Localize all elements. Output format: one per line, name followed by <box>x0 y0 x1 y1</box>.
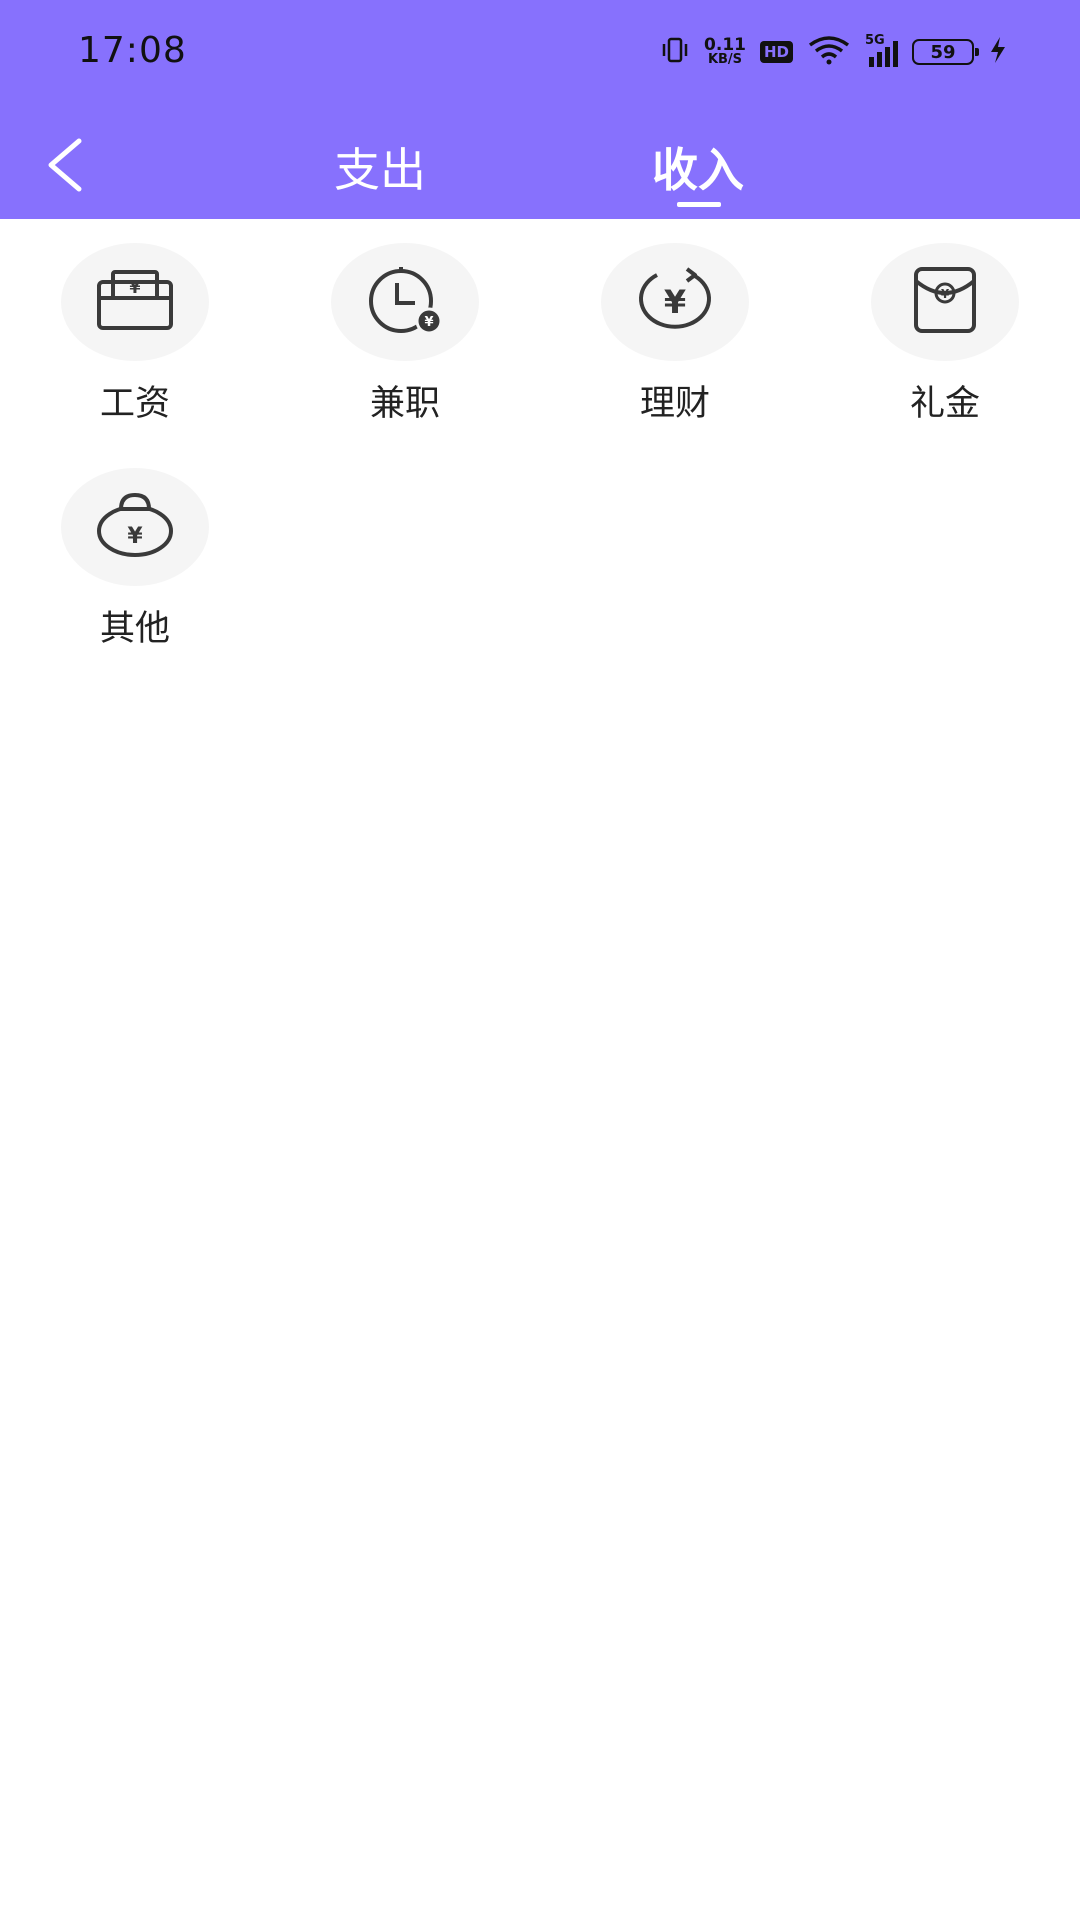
vibrate-icon <box>660 35 690 69</box>
money-bag-icon: ¥ <box>95 492 175 561</box>
yuan-refresh-icon: ¥ <box>635 265 715 339</box>
chevron-left-icon <box>43 137 87 197</box>
category-other[interactable]: ¥ 其他 <box>35 468 235 651</box>
category-part-time[interactable]: ¥ 兼职 <box>305 243 505 426</box>
status-time: 17:08 <box>78 30 187 71</box>
tab-income[interactable]: 收入 <box>618 134 778 200</box>
svg-text:¥: ¥ <box>424 315 433 330</box>
network-speed: 0.11 KB/S <box>704 37 746 67</box>
category-label: 兼职 <box>369 384 440 424</box>
category-icon-bg: ¥ <box>61 468 209 586</box>
header: 17:08 0.11 KB/S HD 5G 59 支出 收入 <box>0 0 1080 219</box>
category-label: 其他 <box>99 609 170 649</box>
category-label: 工资 <box>99 384 170 424</box>
category-label: 礼金 <box>909 384 980 424</box>
nav-bar: 支出 收入 <box>0 104 1080 219</box>
status-bar: 17:08 0.11 KB/S HD 5G 59 <box>0 0 1080 104</box>
category-icon-bg: ¥ <box>61 243 209 361</box>
svg-text:¥: ¥ <box>941 287 950 301</box>
net-speed-value: 0.11 <box>704 35 746 55</box>
status-icons: 0.11 KB/S HD 5G 59 <box>660 32 1008 72</box>
category-icon-bg: ¥ <box>331 243 479 361</box>
category-icon-bg: ¥ <box>871 243 1019 361</box>
signal-icon: 5G <box>865 33 898 67</box>
wallet-yuan-icon: ¥ <box>95 268 175 336</box>
clock-yuan-icon: ¥ <box>363 265 447 339</box>
battery-level: 59 <box>930 41 956 63</box>
battery-icon: 59 <box>912 39 979 65</box>
category-finance[interactable]: ¥ 理财 <box>575 243 775 426</box>
svg-text:¥: ¥ <box>127 524 143 549</box>
category-gift-money[interactable]: ¥ 礼金 <box>845 243 1045 426</box>
svg-text:¥: ¥ <box>129 278 140 297</box>
tab-expense[interactable]: 支出 <box>300 134 460 200</box>
category-label: 理财 <box>639 384 710 424</box>
network-type: 5G <box>865 33 885 48</box>
back-button[interactable] <box>30 132 100 202</box>
wifi-icon <box>807 35 851 69</box>
hd-badge: HD <box>759 41 793 63</box>
tab-underline <box>677 202 721 207</box>
net-speed-unit: KB/S <box>707 52 743 67</box>
charging-icon <box>988 35 1008 69</box>
svg-text:¥: ¥ <box>664 283 686 321</box>
red-envelope-icon: ¥ <box>910 265 980 339</box>
category-salary[interactable]: ¥ 工资 <box>35 243 235 426</box>
category-icon-bg: ¥ <box>601 243 749 361</box>
